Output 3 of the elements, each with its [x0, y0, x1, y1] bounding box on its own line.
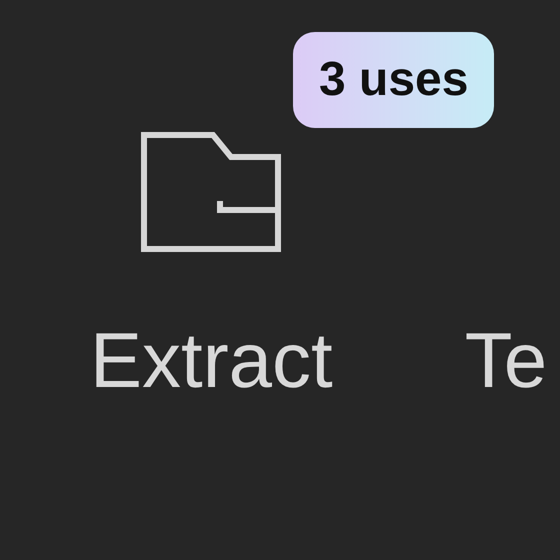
tool-label: Extract [90, 320, 333, 400]
usage-badge: 3 uses [293, 32, 494, 128]
tool-label: Te [464, 320, 548, 400]
